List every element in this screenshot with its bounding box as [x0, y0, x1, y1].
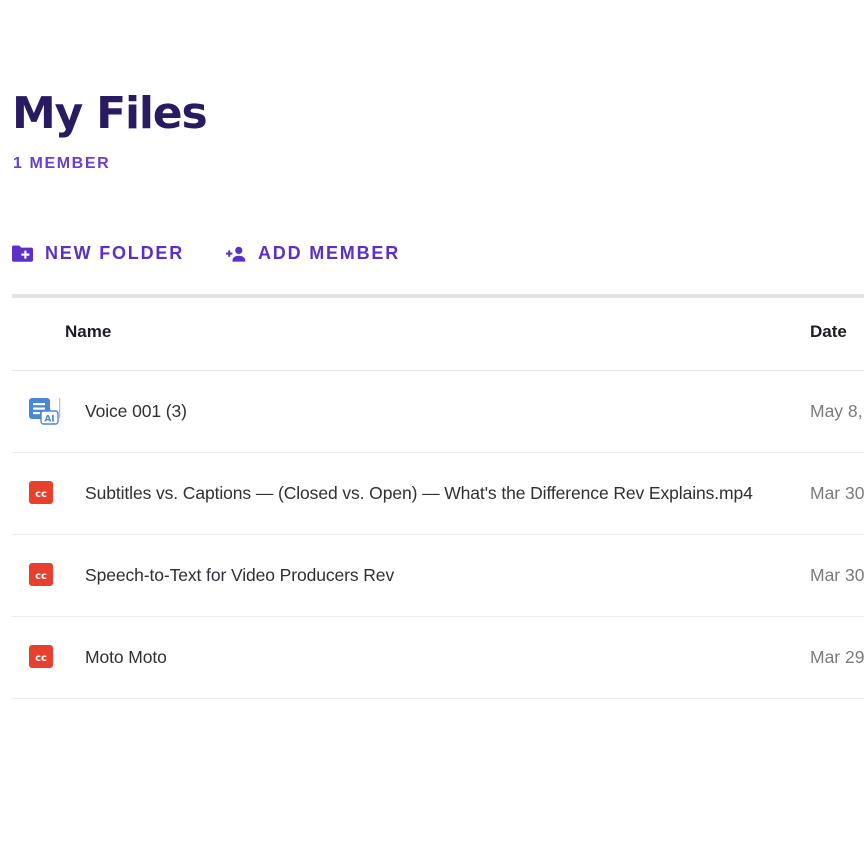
new-folder-button[interactable]: NEW FOLDER [12, 243, 184, 264]
new-folder-icon [12, 245, 33, 262]
page-title: My Files [12, 88, 208, 139]
member-count[interactable]: 1 MEMBER [13, 155, 110, 173]
cc-icon: cc [28, 479, 62, 509]
cc-icon: cc [28, 643, 62, 673]
svg-text:cc: cc [35, 653, 47, 664]
date-column-header[interactable]: Date [810, 322, 847, 342]
file-row[interactable]: AI Voice 001 (3) May 8, [12, 371, 864, 453]
file-date: Mar 30 [810, 565, 864, 585]
file-name: Moto Moto [85, 647, 167, 667]
cc-icon: cc [28, 561, 62, 591]
name-column-header[interactable]: Name [65, 322, 111, 342]
file-name: Subtitles vs. Captions — (Closed vs. Ope… [85, 483, 753, 503]
file-date: Mar 29 [810, 647, 864, 667]
file-row[interactable]: cc Speech-to-Text for Video Producers Re… [12, 535, 864, 617]
svg-text:AI: AI [44, 414, 54, 424]
add-member-label: ADD MEMBER [258, 243, 400, 263]
file-row[interactable]: cc Subtitles vs. Captions — (Closed vs. … [12, 453, 864, 535]
file-date: Mar 30 [810, 483, 864, 503]
action-bar: NEW FOLDER ADD MEMBER [12, 243, 400, 264]
table-header: Name Date [12, 298, 864, 371]
file-name: Voice 001 (3) [85, 401, 187, 421]
file-date: May 8, [810, 401, 863, 421]
add-member-button[interactable]: ADD MEMBER [226, 243, 400, 264]
svg-text:cc: cc [35, 489, 47, 500]
new-folder-label: NEW FOLDER [45, 243, 184, 263]
my-files-page: My Files 1 MEMBER NEW FOLDER ADD MEMBER … [0, 0, 864, 864]
add-member-icon [226, 246, 246, 262]
ai-transcript-icon: AI [28, 397, 62, 427]
file-name: Speech-to-Text for Video Producers Rev [85, 565, 395, 585]
svg-text:cc: cc [35, 571, 47, 582]
file-row[interactable]: cc Moto Moto Mar 29 [12, 617, 864, 699]
